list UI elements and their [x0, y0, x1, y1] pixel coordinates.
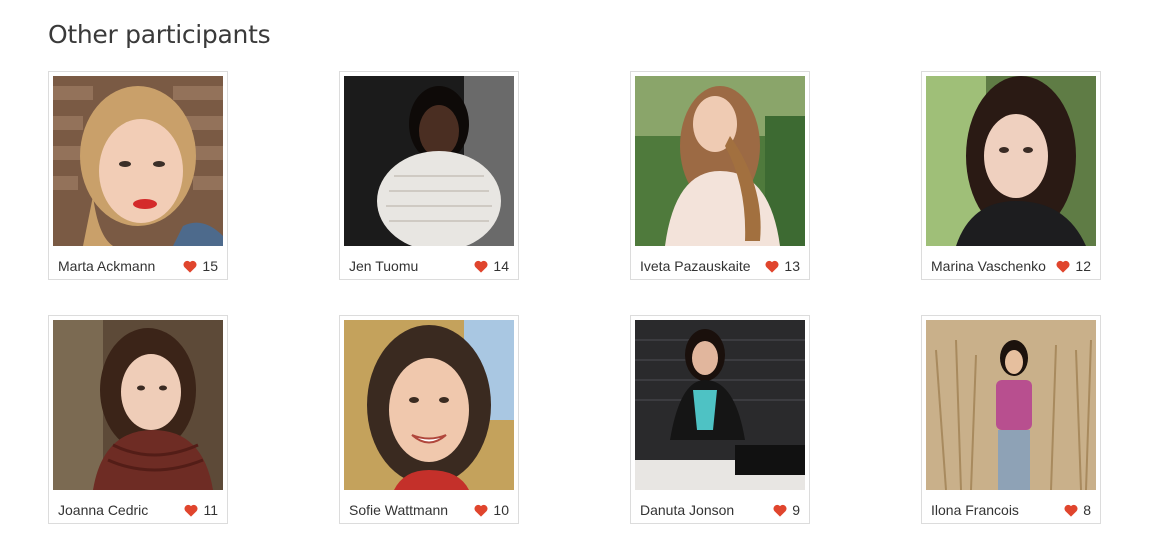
like-count[interactable]: 10: [474, 502, 509, 518]
heart-icon[interactable]: [183, 260, 197, 273]
heart-icon[interactable]: [184, 504, 198, 517]
participant-photo[interactable]: [344, 320, 514, 490]
like-count-value: 14: [493, 258, 509, 274]
participant-name[interactable]: Danuta Jonson: [640, 502, 773, 518]
like-count[interactable]: 13: [765, 258, 800, 274]
participant-card[interactable]: Sofie Wattmann 10: [339, 315, 519, 524]
like-count[interactable]: 11: [184, 502, 218, 518]
participant-name[interactable]: Ilona Francois: [931, 502, 1064, 518]
participant-photo[interactable]: [344, 76, 514, 246]
heart-icon[interactable]: [474, 504, 488, 517]
like-count[interactable]: 14: [474, 258, 509, 274]
heart-icon[interactable]: [1056, 260, 1070, 273]
like-count[interactable]: 9: [773, 502, 800, 518]
participant-name[interactable]: Sofie Wattmann: [349, 502, 474, 518]
like-count-value: 13: [784, 258, 800, 274]
participant-card[interactable]: Iveta Pazauskaite 13: [630, 71, 810, 280]
heart-icon[interactable]: [474, 260, 488, 273]
heart-icon[interactable]: [773, 504, 787, 517]
like-count-value: 15: [202, 258, 218, 274]
participant-name[interactable]: Marina Vaschenko: [931, 258, 1056, 274]
participant-card[interactable]: Joanna Cedric 11: [48, 315, 228, 524]
participant-name[interactable]: Iveta Pazauskaite: [640, 258, 765, 274]
like-count[interactable]: 12: [1056, 258, 1091, 274]
section-title: Other participants: [48, 20, 271, 49]
participant-card[interactable]: Ilona Francois 8: [921, 315, 1101, 524]
participant-card[interactable]: Marina Vaschenko 12: [921, 71, 1101, 280]
participant-photo[interactable]: [635, 320, 805, 490]
participant-photo[interactable]: [635, 76, 805, 246]
participant-name[interactable]: Marta Ackmann: [58, 258, 183, 274]
like-count-value: 10: [493, 502, 509, 518]
heart-icon[interactable]: [1064, 504, 1078, 517]
heart-icon[interactable]: [765, 260, 779, 273]
like-count-value: 9: [792, 502, 800, 518]
like-count-value: 11: [203, 502, 218, 518]
participant-name[interactable]: Joanna Cedric: [58, 502, 184, 518]
participant-photo[interactable]: [53, 76, 223, 246]
participant-card[interactable]: Jen Tuomu 14: [339, 71, 519, 280]
participant-card[interactable]: Marta Ackmann 15: [48, 71, 228, 280]
like-count-value: 8: [1083, 502, 1091, 518]
participant-photo[interactable]: [53, 320, 223, 490]
like-count[interactable]: 15: [183, 258, 218, 274]
like-count[interactable]: 8: [1064, 502, 1091, 518]
participant-card[interactable]: Danuta Jonson 9: [630, 315, 810, 524]
participant-photo[interactable]: [926, 320, 1096, 490]
participant-photo[interactable]: [926, 76, 1096, 246]
like-count-value: 12: [1075, 258, 1091, 274]
participant-name[interactable]: Jen Tuomu: [349, 258, 474, 274]
